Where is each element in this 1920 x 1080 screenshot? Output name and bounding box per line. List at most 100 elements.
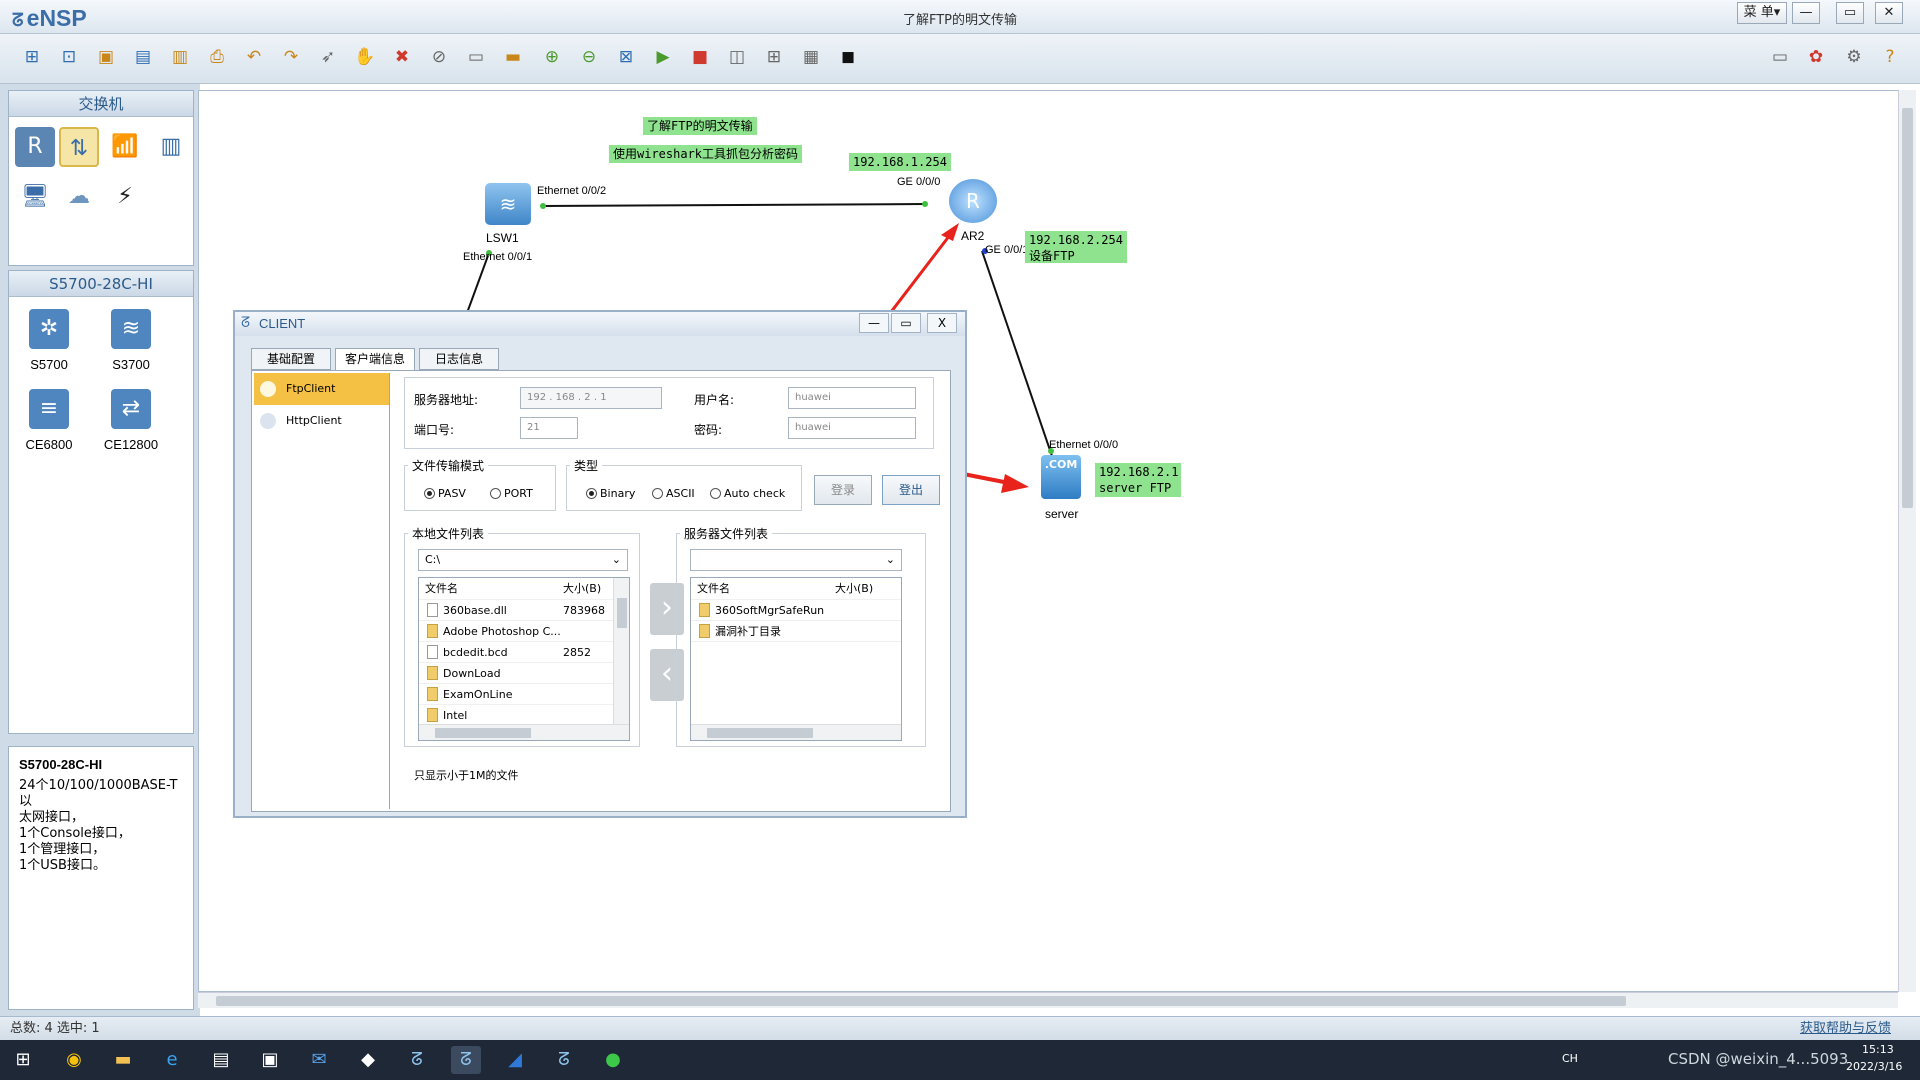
dialog-maximize-button[interactable]: ▭ — [891, 313, 921, 333]
ce6800-icon[interactable]: ≡ — [29, 389, 69, 429]
scroll-thumb[interactable] — [707, 728, 813, 738]
horizontal-scrollbar[interactable] — [198, 992, 1898, 1008]
file-row[interactable]: bcdedit.bcd 2852 — [419, 642, 629, 663]
radio-binary[interactable]: Binary — [586, 487, 635, 500]
cloud-category-icon[interactable]: ☁ — [59, 177, 99, 217]
ensp-active-icon[interactable]: ᘔ — [451, 1046, 481, 1074]
chrome-icon[interactable]: ◉ — [59, 1046, 89, 1074]
dialog-titlebar[interactable]: ᘔ CLIENT — ▭ X — [235, 312, 965, 336]
pc-category-icon[interactable]: 🖥 — [15, 177, 55, 217]
file-row[interactable]: 360SoftMgrSafeRun — [691, 600, 901, 621]
fit-icon[interactable]: ⊠ — [612, 43, 640, 71]
radio-port[interactable]: PORT — [490, 487, 533, 500]
maximize-button[interactable]: ▭ — [1836, 2, 1864, 24]
file-row[interactable]: 漏洞补丁目录 — [691, 621, 901, 642]
app-icon[interactable]: ▤ — [206, 1046, 236, 1074]
server-address-input[interactable]: 192 . 168 . 2 . 1 — [520, 387, 662, 409]
username-input[interactable]: huawei — [788, 387, 916, 409]
save-icon[interactable]: ▤ — [129, 43, 157, 71]
wechat-icon[interactable]: ● — [598, 1046, 628, 1074]
scroll-thumb[interactable] — [435, 728, 531, 738]
file-row[interactable]: Adobe Photoshop C... — [419, 621, 629, 642]
undo-icon[interactable]: ↶ — [240, 43, 268, 71]
ensp-icon[interactable]: ᘔ — [402, 1046, 432, 1074]
radio-ascii[interactable]: ASCII — [652, 487, 695, 500]
start-all-icon[interactable]: ▶ — [649, 43, 677, 71]
ip-label-server[interactable]: 192.168.2.1 server FTP — [1095, 463, 1181, 497]
wireless-category-icon[interactable]: 📶 — [105, 127, 145, 167]
local-file-list[interactable]: 文件名 大小(B) 360base.dll 783968 Adobe Photosh… — [418, 577, 630, 741]
help-icon[interactable]: ? — [1876, 43, 1904, 71]
switch-node-icon[interactable]: ≋ — [485, 183, 531, 225]
mail-icon[interactable]: ✉ — [304, 1046, 334, 1074]
zoom-in-icon[interactable]: ⊕ — [538, 43, 566, 71]
server-file-list[interactable]: 文件名 大小(B) 360SoftMgrSafeRun 漏洞补丁目录 — [690, 577, 902, 741]
tool-icon[interactable]: ◆ — [353, 1046, 383, 1074]
edge-icon[interactable]: e — [157, 1046, 187, 1074]
radio-pasv[interactable]: PASV — [424, 487, 466, 500]
clock-time[interactable]: 15:13 — [1862, 1043, 1894, 1056]
scroll-thumb[interactable] — [1902, 108, 1913, 508]
tab-basic[interactable]: 基础配置 — [251, 348, 331, 370]
clock-date[interactable]: 2022/3/16 — [1846, 1060, 1902, 1073]
ce12800-icon[interactable]: ⇄ — [111, 389, 151, 429]
grid-icon[interactable]: ▦ — [797, 43, 825, 71]
file-row[interactable]: DownLoad — [419, 663, 629, 684]
pan-icon[interactable]: ✋ — [351, 43, 379, 71]
select-icon[interactable]: ➶ — [314, 43, 342, 71]
tab-log[interactable]: 日志信息 — [419, 348, 499, 370]
save-as-icon[interactable]: ▥ — [166, 43, 194, 71]
new-example-icon[interactable]: ⊡ — [55, 43, 83, 71]
ip-label-ar2-g0[interactable]: 192.168.1.254 — [849, 153, 951, 171]
windows-start-icon[interactable]: ⊞ — [8, 1046, 38, 1074]
minimize-button[interactable]: — — [1792, 2, 1820, 24]
file-row[interactable]: ExamOnLine — [419, 684, 629, 705]
list-item-ftpclient[interactable]: FtpClient — [254, 373, 389, 405]
close-button[interactable]: ✕ — [1875, 2, 1903, 24]
tab-client[interactable]: 客户端信息 — [335, 348, 415, 370]
open-icon[interactable]: ▣ — [92, 43, 120, 71]
ensp-icon-2[interactable]: ᘔ — [549, 1046, 579, 1074]
chat-icon[interactable]: ▭ — [1766, 43, 1794, 71]
scroll-thumb[interactable] — [216, 996, 1626, 1006]
delete-icon[interactable]: ✖ — [388, 43, 416, 71]
capture-icon[interactable]: ◫ — [723, 43, 751, 71]
help-feedback-link[interactable]: 获取帮助与反馈 — [1800, 1017, 1891, 1041]
wireshark-icon[interactable]: ◢ — [500, 1046, 530, 1074]
menu-button[interactable]: 菜 单▾ — [1737, 2, 1787, 24]
note-subtitle[interactable]: 使用wireshark工具抓包分析密码 — [609, 145, 803, 163]
switch-category-icon[interactable]: ⇅ — [59, 127, 99, 167]
ensp-app-icon[interactable]: ▣ — [255, 1046, 285, 1074]
s5700-icon[interactable]: ✲ — [29, 309, 69, 349]
file-row[interactable]: Intel — [419, 705, 629, 726]
vertical-scrollbar[interactable] — [1898, 90, 1916, 992]
zoom-out-icon[interactable]: ⊖ — [575, 43, 603, 71]
redo-icon[interactable]: ↷ — [277, 43, 305, 71]
router-node-icon[interactable]: R — [949, 179, 997, 223]
explorer-icon[interactable]: ▬ — [108, 1046, 138, 1074]
cable-category-icon[interactable]: ⚡ — [105, 177, 145, 217]
list-hscrollbar[interactable] — [419, 724, 629, 740]
radio-autocheck[interactable]: Auto check — [710, 487, 785, 500]
print-icon[interactable]: ⎙ — [203, 43, 231, 71]
topology-icon[interactable]: ⊞ — [760, 43, 788, 71]
text-icon[interactable]: ▭ — [462, 43, 490, 71]
new-topology-icon[interactable]: ⊞ — [18, 43, 46, 71]
password-input[interactable]: huawei — [788, 417, 916, 439]
palette-icon[interactable]: ▬ — [499, 43, 527, 71]
logout-button[interactable]: 登出 — [882, 475, 940, 505]
server-path-select[interactable]: ⌄ — [690, 549, 902, 571]
firewall-category-icon[interactable]: ▥ — [151, 127, 191, 167]
ip-label-ar2-g1[interactable]: 192.168.2.254 设备FTP — [1025, 231, 1127, 263]
cli-icon[interactable]: ◼ — [834, 43, 862, 71]
settings-icon[interactable]: ⚙ — [1840, 43, 1868, 71]
tray-lang[interactable]: CH — [1562, 1052, 1578, 1065]
scroll-thumb[interactable] — [617, 598, 627, 628]
stop-all-icon[interactable]: ■ — [686, 43, 714, 71]
dialog-close-button[interactable]: X — [927, 313, 957, 333]
list-item-httpclient[interactable]: HttpClient — [254, 405, 389, 437]
dialog-minimize-button[interactable]: — — [859, 313, 889, 333]
port-input[interactable]: 21 — [520, 417, 578, 439]
huawei-icon[interactable]: ✿ — [1802, 43, 1830, 71]
note-title[interactable]: 了解FTP的明文传输 — [643, 117, 757, 135]
